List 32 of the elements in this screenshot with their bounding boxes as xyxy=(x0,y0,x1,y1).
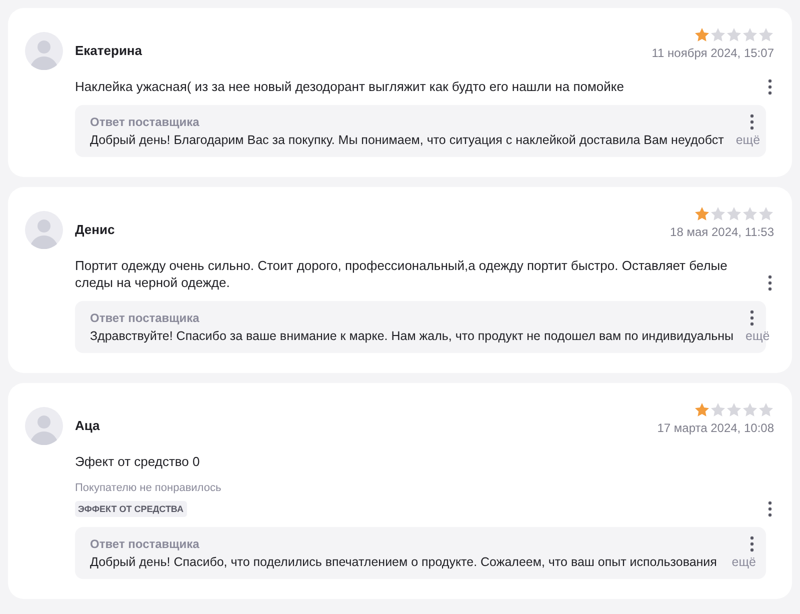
author-name: Аца xyxy=(75,418,101,433)
review-text: Портит одежду очень сильно. Стоит дорого, профессиональный,а одежду портит быстро. Оставляет белые следы на черной одежде. xyxy=(75,257,728,291)
reply-text: Добрый день! Спасибо, что поделились впечатлением о продукте. Сожалеем, что ваш опыт использования xyxy=(90,555,718,569)
more-link[interactable]: ещё xyxy=(736,133,760,147)
filled-star-icon xyxy=(694,402,710,418)
avatar-icon xyxy=(25,211,63,249)
filled-star-icon xyxy=(694,206,710,222)
review-text: Наклейка ужасная( из за нее новый дезодорант выгляжит как будто его нашли на помойке xyxy=(75,78,625,95)
review-text: Эфект от средство 0 xyxy=(75,453,201,470)
avatar-icon xyxy=(25,407,63,445)
author-name: Екатерина xyxy=(75,43,144,58)
dislike-label: Покупателю не понравилось xyxy=(75,482,222,494)
reply-title: Ответ поставщика xyxy=(90,311,200,325)
reply-text: Добрый день! Благодарим Вас за покупку. Мы понимаем, что ситуация с наклейкой доставила Вам неудобст xyxy=(90,133,724,147)
reply-text: Здравствуйте! Спасибо за ваше внимание к марке. Нам жаль, что продукт не подошел вам по индивидуальны xyxy=(90,329,734,343)
more-options-button[interactable] xyxy=(748,310,756,326)
dislike-tag: ЭФФЕКТ ОТ СРЕДСТВА xyxy=(75,501,186,517)
more-options-button[interactable] xyxy=(766,501,774,517)
more-link[interactable]: ещё xyxy=(746,329,770,343)
more-options-button[interactable] xyxy=(766,79,774,95)
author-name: Денис xyxy=(75,222,116,237)
more-options-button[interactable] xyxy=(766,275,774,291)
filled-star-icon xyxy=(694,27,710,43)
review-date: 11 ноября 2024, 15:07 xyxy=(652,46,774,60)
more-options-button[interactable] xyxy=(748,114,756,130)
reply-title: Ответ поставщика xyxy=(90,537,200,551)
review-date: 18 мая 2024, 11:53 xyxy=(670,225,774,239)
more-options-button[interactable] xyxy=(748,536,756,552)
more-link[interactable]: ещё xyxy=(732,555,756,569)
review-date: 17 марта 2024, 10:08 xyxy=(657,421,774,435)
avatar-icon xyxy=(25,32,63,70)
reply-title: Ответ поставщика xyxy=(90,115,200,129)
